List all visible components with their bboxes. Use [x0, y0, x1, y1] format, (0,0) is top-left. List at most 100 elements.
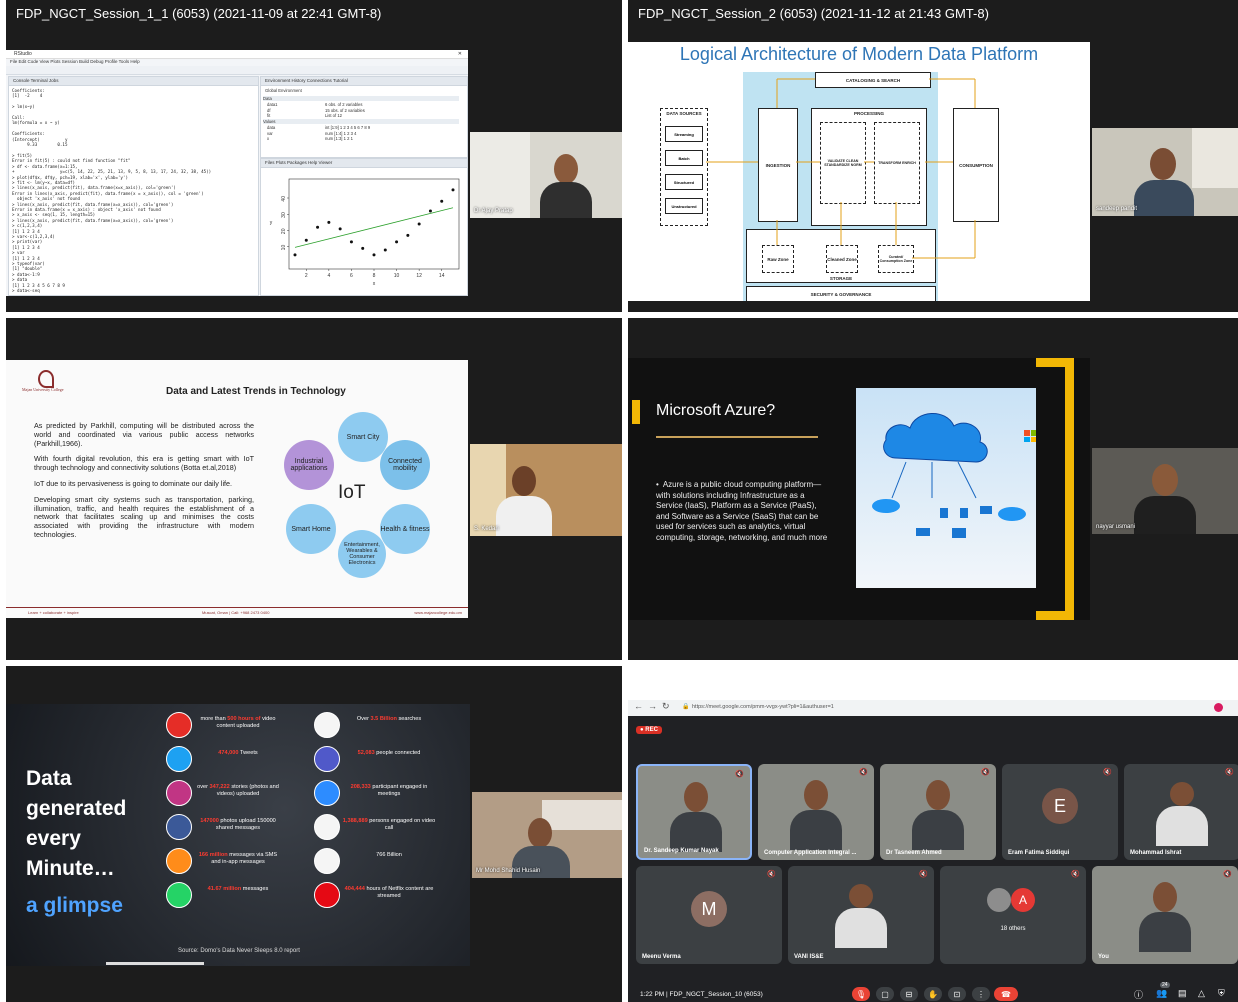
stat-number: 166 million	[198, 852, 228, 858]
participant-name: You	[1098, 954, 1109, 960]
console-pane[interactable]: Console Terminal Jobs Coefficients: [1] …	[8, 76, 259, 296]
google-icon	[314, 712, 340, 738]
env-value: num [1:4] 1 2 3 4	[325, 130, 357, 136]
env-header[interactable]: Global Environment	[265, 88, 302, 93]
url-field[interactable]: https://meet.google.com/pmm-vvgx-ywt?pli…	[692, 704, 834, 710]
tile-data-minute: Data generated every Minute… a glimpse more…	[6, 666, 622, 1002]
speaker-head	[554, 154, 578, 184]
participant-tile[interactable]: 🔇 Dr Tasneem Ahmed	[880, 764, 996, 860]
console-tabs[interactable]: Console Terminal Jobs	[13, 78, 58, 83]
env-tabs[interactable]: Environment History Connections Tutorial	[265, 78, 348, 83]
raise-hand-button[interactable]: ✋	[924, 987, 942, 1001]
participant-tile[interactable]: 🔇 VANI IS&E	[788, 866, 934, 964]
logo-mark	[38, 370, 54, 388]
y-tick-label: 40	[281, 196, 287, 202]
participant-tile[interactable]: 🔇 You	[1092, 866, 1238, 964]
stat-text: Over 3.5 Billion searches	[342, 716, 436, 723]
participant-body	[835, 908, 887, 948]
meeting-info: 1:22 PM | FDP_NGCT_Session_10 (6053)	[640, 991, 763, 998]
stat-post: messages	[241, 886, 269, 892]
footer-left: Learn + collaborate + inspire	[28, 610, 79, 615]
stat-number: 147000	[200, 818, 219, 824]
footer-right: www.majancollege.edu.om	[414, 610, 462, 615]
participant-head	[1153, 882, 1177, 912]
stat-text: 208,333 participant engaged in meetings	[342, 784, 436, 797]
participant-avatar: M	[691, 891, 727, 927]
participant-body	[912, 810, 964, 850]
slide-title: Microsoft Azure?	[656, 402, 776, 419]
participant-tile[interactable]: E 🔇 Eram Fatima Siddiqui	[1002, 764, 1118, 860]
participant-tile[interactable]: 🔇 Dr. Sandeep Kumar Nayak	[636, 764, 752, 860]
host-controls-icon[interactable]: ⛨	[1218, 988, 1225, 999]
stat-post: 766 Billion	[376, 852, 402, 858]
stat-post: photos upload 150000 shared messages	[215, 818, 276, 831]
menu-bar[interactable]: File Edit Code View Plots Session Build …	[10, 59, 140, 64]
files-tabs[interactable]: Files Plots Packages Help Viewer	[265, 160, 332, 165]
participant-tile[interactable]: M 🔇 Meenu Verma	[636, 866, 782, 964]
back-icon[interactable]: ←	[634, 701, 643, 711]
stat-text: over 347,222 stories (photos and videos)…	[196, 784, 280, 797]
whiteboard	[470, 132, 530, 218]
more-options-button[interactable]: ⋮	[972, 987, 990, 1001]
chat-icon[interactable]: ▤	[1178, 988, 1187, 999]
plots-pane: Files Plots Packages Help Viewer 2 4 6 8 10 1…	[260, 158, 468, 296]
forward-icon[interactable]: →	[648, 701, 657, 711]
environment-pane: Environment History Connections Tutorial…	[260, 76, 468, 158]
speaker-body	[1134, 496, 1196, 534]
webcam-kedari: S. Kedari	[470, 444, 622, 536]
participant-tile[interactable]: 🔇 Mohammad Ishrat	[1124, 764, 1238, 860]
x-tick-label: 6	[350, 273, 353, 279]
tile-iot: Majan University College Data and Latest…	[6, 318, 622, 660]
captions-button[interactable]: ⊟	[900, 987, 918, 1001]
stat-text: 404,444 hours of Netflix content are str…	[342, 886, 436, 899]
profile-icon[interactable]	[1214, 703, 1223, 712]
data-point	[395, 240, 399, 244]
participant-avatar: E	[1042, 788, 1078, 824]
env-value: int [1:9] 1 2 3 4 5 6 7 8 9	[325, 125, 371, 130]
data-point	[406, 233, 410, 237]
iot-petal: Smart City	[338, 412, 388, 462]
iot-slide: Majan University College Data and Latest…	[6, 360, 468, 618]
rec-badge: ● REC	[636, 726, 662, 734]
stat-text: 41.67 million messages	[196, 886, 280, 893]
x-tick-label: 12	[416, 273, 422, 279]
source-note: Source: Domo's Data Never Sleeps 8.0 rep…	[178, 948, 300, 954]
env-name: x	[267, 136, 270, 142]
stat-text: 147000 photos upload 150000 shared messa…	[196, 818, 280, 831]
leave-call-button[interactable]: ☎	[994, 987, 1018, 1001]
architecture-slide: Logical Architecture of Modern Data Plat…	[628, 42, 1090, 301]
app-title: RStudio	[14, 51, 32, 57]
stat-post: Tweets	[238, 750, 258, 756]
activities-icon[interactable]: △	[1198, 988, 1205, 999]
scatter-plot: 2 4 6 8 10 12 14 10 20 30 40 x y	[270, 178, 460, 287]
participant-name: Mohammad Ishrat	[1130, 850, 1182, 856]
data-point	[293, 253, 297, 257]
rstudio-titlebar: RStudio ✕	[6, 50, 468, 59]
stat-post: people connected	[374, 750, 421, 756]
env-row[interactable]: fit List of 12	[265, 113, 461, 119]
participant-tile[interactable]: 🔇 Computer Application Integral ...	[758, 764, 874, 860]
info-icon[interactable]: ⓘ	[1134, 988, 1143, 1001]
close-icon[interactable]: ✕	[458, 51, 462, 57]
participant-name: 18 others	[1000, 926, 1026, 932]
env-row[interactable]: x num [1:3] 1 2 1	[265, 136, 461, 142]
x-tick-label: 2	[305, 273, 308, 279]
camera-button[interactable]: ▢	[876, 987, 894, 1001]
diagram-arrows	[706, 78, 976, 259]
iot-paragraph: IoT due to its pervasiveness is going to…	[34, 478, 233, 488]
env-value: 15 obs. of 2 variables	[325, 107, 365, 113]
sms-icon	[166, 848, 192, 874]
mic-off-button[interactable]: 🎙	[852, 987, 870, 1001]
speaker-head	[1150, 148, 1176, 180]
present-button[interactable]: ⊡	[948, 987, 966, 1001]
yellow-accent-left	[632, 400, 640, 424]
iot-petal: Industrial applications	[284, 440, 334, 490]
webcam-sandeep: sandeep pandit	[1092, 128, 1238, 216]
cloud-icon	[872, 413, 1026, 538]
reload-icon[interactable]: ↻	[662, 701, 670, 712]
college-logo: Majan University College	[22, 370, 64, 396]
people-icon[interactable]: 👥	[1156, 988, 1167, 999]
speaker-head	[528, 818, 552, 848]
participant-tile[interactable]: A 🔇 18 others	[940, 866, 1086, 964]
stat-post: searches	[396, 716, 422, 722]
